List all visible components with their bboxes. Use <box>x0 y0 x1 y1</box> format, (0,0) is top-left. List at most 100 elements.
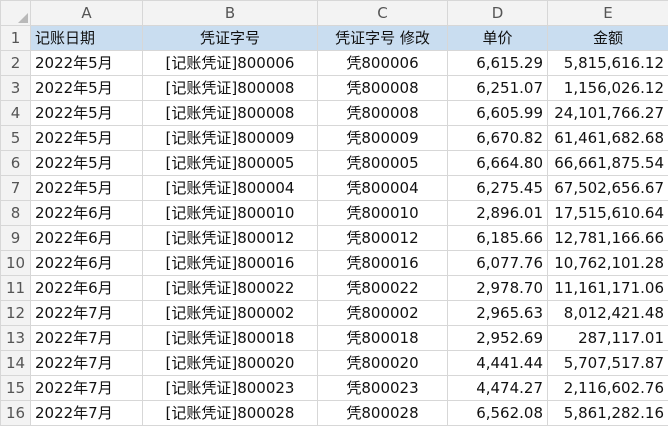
cell-unit-price[interactable]: 6,185.66 <box>447 225 548 251</box>
cell-voucher-modified[interactable]: 凭800018 <box>317 325 448 351</box>
cell-voucher[interactable]: [记账凭证]800022 <box>142 275 318 301</box>
cell-date[interactable]: 2022年5月 <box>30 100 143 126</box>
cell-voucher-modified[interactable]: 凭800005 <box>317 150 448 176</box>
cell-amount[interactable]: 5,861,282.16 <box>547 400 668 426</box>
cell-date[interactable]: 2022年6月 <box>30 200 143 226</box>
row-header[interactable]: 2 <box>0 50 31 76</box>
cell-unit-price[interactable]: 6,670.82 <box>447 125 548 151</box>
row-header[interactable]: 8 <box>0 200 31 226</box>
cell-voucher-modified[interactable]: 凭800004 <box>317 175 448 201</box>
cell-amount[interactable]: 287,117.01 <box>547 325 668 351</box>
cell-unit-price[interactable]: 6,615.29 <box>447 50 548 76</box>
cell-amount[interactable]: 11,161,171.06 <box>547 275 668 301</box>
cell-amount[interactable]: 66,661,875.54 <box>547 150 668 176</box>
cell-voucher[interactable]: [记账凭证]800010 <box>142 200 318 226</box>
cell-voucher-modified[interactable]: 凭800008 <box>317 75 448 101</box>
cell-voucher[interactable]: [记账凭证]800006 <box>142 50 318 76</box>
cell-voucher[interactable]: [记账凭证]800028 <box>142 400 318 426</box>
cell-voucher[interactable]: [记账凭证]800008 <box>142 75 318 101</box>
header-cell-date[interactable]: 记账日期 <box>30 25 143 51</box>
cell-date[interactable]: 2022年5月 <box>30 50 143 76</box>
row-header[interactable]: 10 <box>0 250 31 276</box>
cell-voucher[interactable]: [记账凭证]800012 <box>142 225 318 251</box>
cell-date[interactable]: 2022年7月 <box>30 375 143 401</box>
cell-date[interactable]: 2022年6月 <box>30 225 143 251</box>
header-cell-voucher-modified[interactable]: 凭证字号 修改 <box>317 25 448 51</box>
row-header[interactable]: 6 <box>0 150 31 176</box>
cell-voucher-modified[interactable]: 凭800023 <box>317 375 448 401</box>
cell-date[interactable]: 2022年7月 <box>30 400 143 426</box>
cell-date[interactable]: 2022年5月 <box>30 150 143 176</box>
cell-voucher[interactable]: [记账凭证]800009 <box>142 125 318 151</box>
cell-voucher-modified[interactable]: 凭800006 <box>317 50 448 76</box>
cell-unit-price[interactable]: 4,474.27 <box>447 375 548 401</box>
cell-unit-price[interactable]: 4,441.44 <box>447 350 548 376</box>
row-header[interactable]: 11 <box>0 275 31 301</box>
row-header[interactable]: 14 <box>0 350 31 376</box>
cell-voucher[interactable]: [记账凭证]800005 <box>142 150 318 176</box>
cell-unit-price[interactable]: 2,896.01 <box>447 200 548 226</box>
column-header-b[interactable]: B <box>142 0 318 26</box>
row-header[interactable]: 3 <box>0 75 31 101</box>
cell-voucher[interactable]: [记账凭证]800020 <box>142 350 318 376</box>
row-header[interactable]: 1 <box>0 25 31 51</box>
cell-amount[interactable]: 67,502,656.67 <box>547 175 668 201</box>
row-header[interactable]: 5 <box>0 125 31 151</box>
cell-unit-price[interactable]: 6,275.45 <box>447 175 548 201</box>
cell-amount[interactable]: 24,101,766.27 <box>547 100 668 126</box>
column-header-c[interactable]: C <box>317 0 448 26</box>
cell-unit-price[interactable]: 2,952.69 <box>447 325 548 351</box>
cell-voucher[interactable]: [记账凭证]800018 <box>142 325 318 351</box>
row-header[interactable]: 9 <box>0 225 31 251</box>
row-header[interactable]: 13 <box>0 325 31 351</box>
cell-voucher[interactable]: [记账凭证]800008 <box>142 100 318 126</box>
header-cell-voucher[interactable]: 凭证字号 <box>142 25 318 51</box>
cell-amount[interactable]: 17,515,610.64 <box>547 200 668 226</box>
cell-voucher[interactable]: [记账凭证]800004 <box>142 175 318 201</box>
cell-voucher[interactable]: [记账凭证]800016 <box>142 250 318 276</box>
cell-amount[interactable]: 5,707,517.87 <box>547 350 668 376</box>
row-header[interactable]: 7 <box>0 175 31 201</box>
cell-voucher[interactable]: [记账凭证]800023 <box>142 375 318 401</box>
cell-unit-price[interactable]: 2,978.70 <box>447 275 548 301</box>
cell-unit-price[interactable]: 6,605.99 <box>447 100 548 126</box>
cell-date[interactable]: 2022年5月 <box>30 75 143 101</box>
row-header[interactable]: 15 <box>0 375 31 401</box>
cell-date[interactable]: 2022年7月 <box>30 350 143 376</box>
row-header[interactable]: 16 <box>0 400 31 426</box>
cell-unit-price[interactable]: 6,251.07 <box>447 75 548 101</box>
cell-date[interactable]: 2022年7月 <box>30 325 143 351</box>
cell-amount[interactable]: 12,781,166.66 <box>547 225 668 251</box>
cell-voucher-modified[interactable]: 凭800016 <box>317 250 448 276</box>
cell-voucher-modified[interactable]: 凭800002 <box>317 300 448 326</box>
column-header-d[interactable]: D <box>447 0 548 26</box>
cell-voucher-modified[interactable]: 凭800010 <box>317 200 448 226</box>
cell-voucher-modified[interactable]: 凭800008 <box>317 100 448 126</box>
cell-voucher[interactable]: [记账凭证]800002 <box>142 300 318 326</box>
cell-amount[interactable]: 2,116,602.76 <box>547 375 668 401</box>
cell-amount[interactable]: 1,156,026.12 <box>547 75 668 101</box>
row-header[interactable]: 4 <box>0 100 31 126</box>
cell-amount[interactable]: 61,461,682.68 <box>547 125 668 151</box>
header-cell-amount[interactable]: 金额 <box>547 25 668 51</box>
column-header-e[interactable]: E <box>547 0 668 26</box>
cell-voucher-modified[interactable]: 凭800020 <box>317 350 448 376</box>
column-header-a[interactable]: A <box>30 0 143 26</box>
cell-unit-price[interactable]: 6,077.76 <box>447 250 548 276</box>
cell-date[interactable]: 2022年5月 <box>30 175 143 201</box>
cell-voucher-modified[interactable]: 凭800009 <box>317 125 448 151</box>
cell-voucher-modified[interactable]: 凭800028 <box>317 400 448 426</box>
cell-amount[interactable]: 5,815,616.12 <box>547 50 668 76</box>
cell-date[interactable]: 2022年6月 <box>30 275 143 301</box>
header-cell-unit-price[interactable]: 单价 <box>447 25 548 51</box>
cell-unit-price[interactable]: 2,965.63 <box>447 300 548 326</box>
select-all-corner[interactable] <box>0 0 31 26</box>
cell-amount[interactable]: 8,012,421.48 <box>547 300 668 326</box>
cell-amount[interactable]: 10,762,101.28 <box>547 250 668 276</box>
row-header[interactable]: 12 <box>0 300 31 326</box>
cell-date[interactable]: 2022年6月 <box>30 250 143 276</box>
cell-voucher-modified[interactable]: 凭800012 <box>317 225 448 251</box>
cell-unit-price[interactable]: 6,664.80 <box>447 150 548 176</box>
cell-date[interactable]: 2022年5月 <box>30 125 143 151</box>
cell-voucher-modified[interactable]: 凭800022 <box>317 275 448 301</box>
